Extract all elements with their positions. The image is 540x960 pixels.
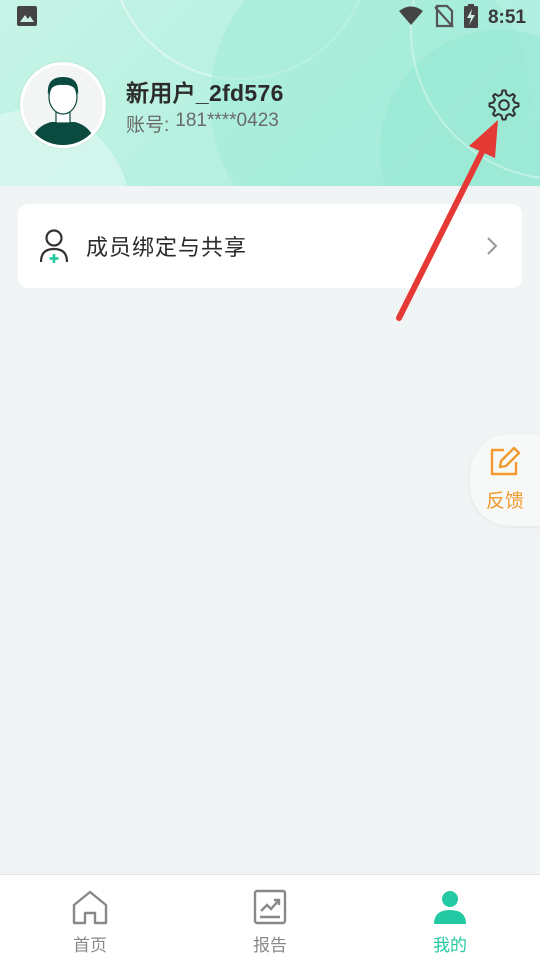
nav-item-mine[interactable]: 我的 xyxy=(360,875,540,960)
wifi-icon xyxy=(398,6,424,30)
member-binding-label: 成员绑定与共享 xyxy=(86,236,248,261)
feedback-label: 反馈 xyxy=(485,490,524,512)
member-binding-sharing-item[interactable]: 成员绑定与共享 xyxy=(18,204,522,288)
home-icon xyxy=(71,889,109,929)
settings-button[interactable] xyxy=(486,87,522,123)
profile-icon xyxy=(432,889,468,929)
report-chart-icon xyxy=(252,889,288,929)
account-number: 181****0423 xyxy=(175,110,279,131)
image-icon xyxy=(16,5,38,31)
account-label: 账号: xyxy=(126,115,170,136)
nav-label-mine: 我的 xyxy=(433,936,467,956)
avatar[interactable] xyxy=(20,62,106,148)
bottom-navigation: 首页 报告 我的 xyxy=(0,874,540,960)
avatar-icon xyxy=(23,65,103,145)
person-add-icon xyxy=(38,227,72,265)
battery-charging-icon xyxy=(463,4,478,32)
username: 新用户_2fd576 xyxy=(126,80,284,106)
chevron-right-icon xyxy=(486,236,498,260)
no-sim-icon xyxy=(434,4,454,32)
gear-icon xyxy=(488,89,520,121)
nav-item-report[interactable]: 报告 xyxy=(180,875,360,960)
feedback-button[interactable]: 反馈 xyxy=(470,434,540,526)
status-bar: 8:51 xyxy=(0,0,540,36)
nav-label-home: 首页 xyxy=(73,936,107,956)
edit-icon xyxy=(488,446,522,482)
nav-item-home[interactable]: 首页 xyxy=(0,875,180,960)
account-info: 账号: 181****0423 xyxy=(126,110,279,137)
status-time: 8:51 xyxy=(487,7,526,28)
nav-label-report: 报告 xyxy=(253,936,287,956)
